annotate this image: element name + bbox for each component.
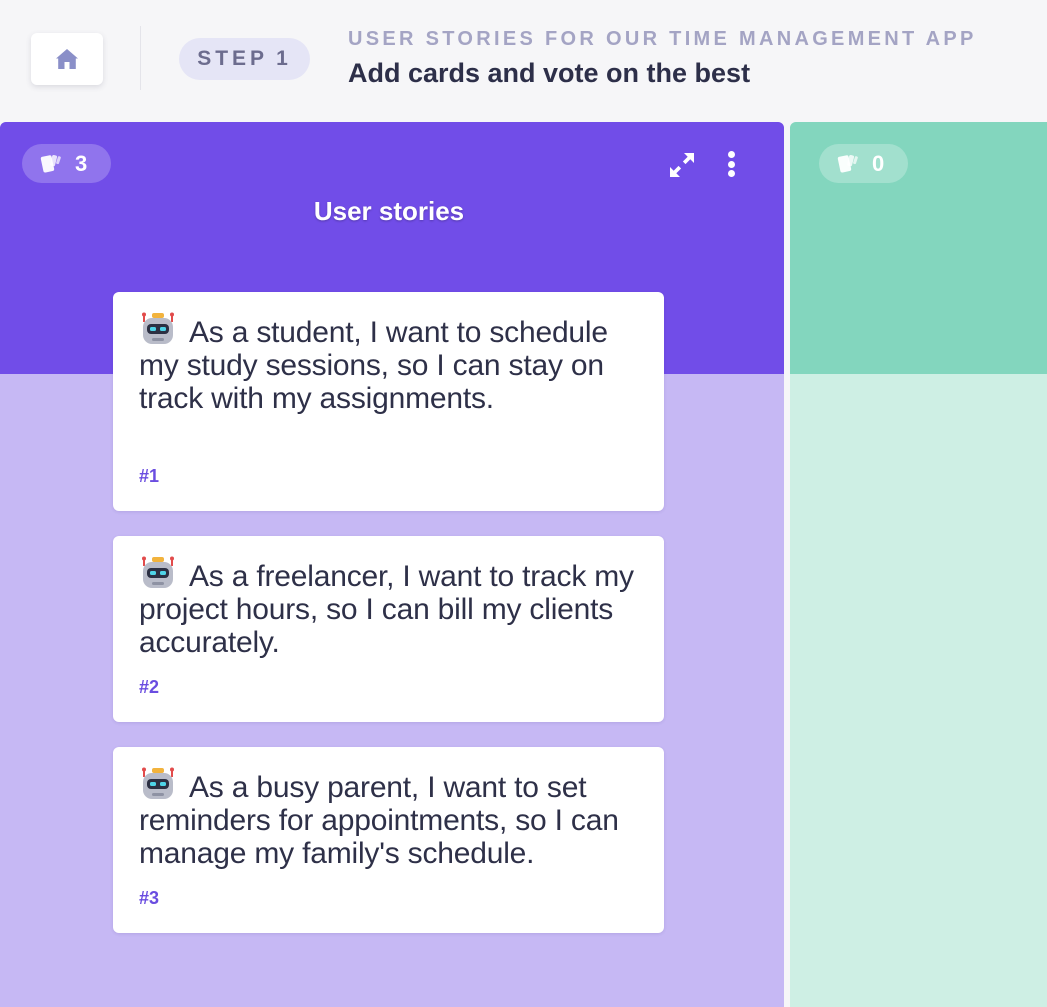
robot-icon bbox=[142, 767, 174, 799]
card-count-badge: 0 bbox=[819, 144, 908, 183]
step-number: 1 bbox=[276, 47, 292, 70]
robot-icon bbox=[142, 312, 174, 344]
card-text: As a freelancer, I want to track my proj… bbox=[139, 560, 634, 659]
robot-icon bbox=[142, 556, 174, 588]
card-text: As a busy parent, I want to set reminder… bbox=[139, 771, 619, 870]
card-count: 3 bbox=[75, 150, 88, 176]
step-indicator: STEP 1 bbox=[179, 38, 310, 80]
page-title: Add cards and vote on the best bbox=[348, 58, 751, 88]
story-card[interactable]: As a student, I want to schedule my stud… bbox=[113, 292, 664, 511]
more-vertical-icon bbox=[727, 151, 735, 177]
column-user-stories: 3 User stories As a student, I want to s… bbox=[0, 122, 784, 1007]
home-icon bbox=[56, 49, 78, 69]
card-number: #2 bbox=[139, 677, 160, 697]
card-count-badge: 3 bbox=[22, 144, 111, 183]
board-subtitle: USER STORIES FOR OUR TIME MANAGEMENT APP bbox=[348, 28, 977, 50]
card-content: As a busy parent, I want to set reminder… bbox=[139, 767, 638, 870]
column-menu-button[interactable] bbox=[720, 148, 742, 180]
cards-icon bbox=[40, 154, 61, 172]
column-title[interactable]: User stories bbox=[0, 196, 778, 227]
card-content: As a student, I want to schedule my stud… bbox=[139, 312, 638, 415]
home-button[interactable] bbox=[31, 33, 103, 85]
card-number: #1 bbox=[139, 466, 160, 486]
column-header: 0 bbox=[790, 122, 1047, 374]
expand-icon bbox=[670, 153, 694, 177]
story-card[interactable]: As a freelancer, I want to track my proj… bbox=[113, 536, 664, 722]
card-number: #3 bbox=[139, 888, 160, 908]
card-text: As a student, I want to schedule my stud… bbox=[139, 316, 608, 415]
column-secondary: 0 bbox=[790, 122, 1047, 1007]
card-count: 0 bbox=[872, 150, 885, 176]
step-label: STEP bbox=[197, 47, 269, 70]
cards-icon bbox=[837, 154, 858, 172]
header-divider bbox=[140, 26, 141, 90]
story-card[interactable]: As a busy parent, I want to set reminder… bbox=[113, 747, 664, 933]
expand-column-button[interactable] bbox=[667, 150, 697, 180]
card-content: As a freelancer, I want to track my proj… bbox=[139, 556, 638, 659]
